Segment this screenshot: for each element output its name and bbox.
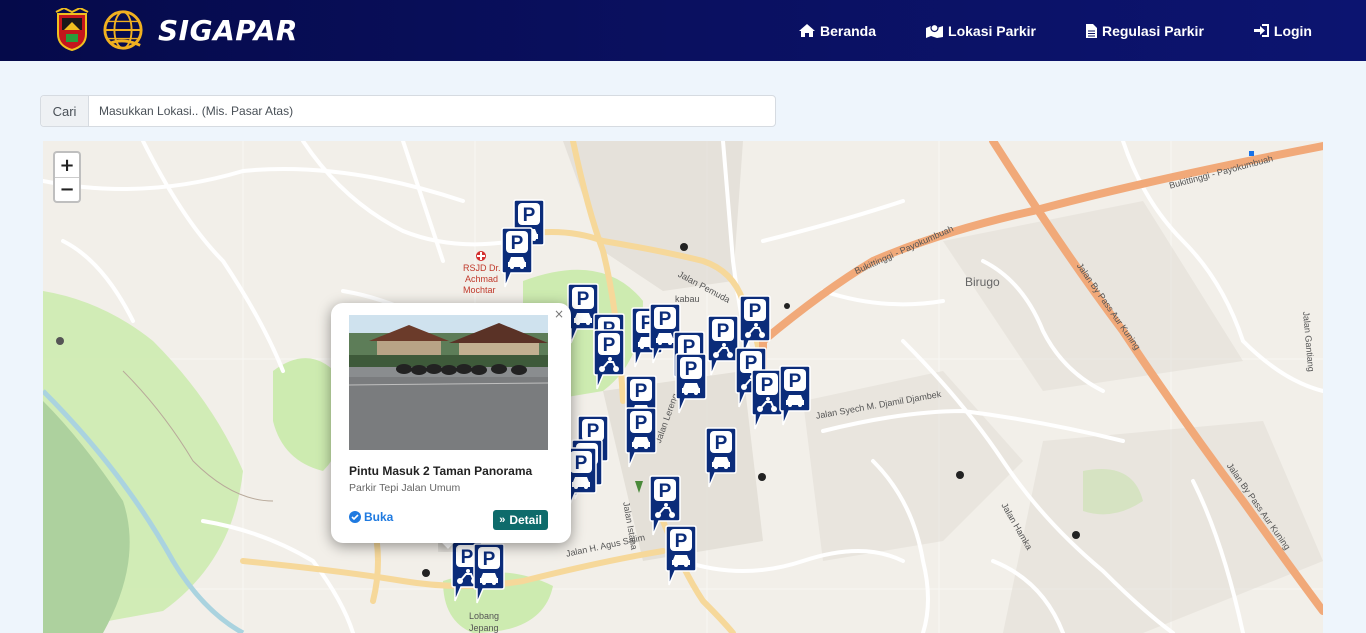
brand-name: SIGAPAR — [158, 13, 298, 47]
popup-subtitle: Parkir Tepi Jalan Umum — [349, 482, 461, 494]
nav-beranda-label: Beranda — [819, 22, 877, 39]
parking-marker[interactable]: P — [591, 329, 627, 391]
map-label-rsud: RSJD Dr. — [463, 263, 501, 273]
svg-text:P: P — [717, 321, 730, 342]
popup-status: Buka — [349, 510, 393, 524]
nav-lokasi-parkir[interactable]: Lokasi Parkir — [926, 23, 1036, 39]
double-angle-right-icon: » — [499, 514, 506, 526]
svg-text:P: P — [635, 413, 648, 434]
svg-text:P: P — [749, 301, 762, 322]
sign-in-icon — [1253, 24, 1269, 37]
detail-button-label: Detail — [509, 513, 542, 527]
parking-marker[interactable]: P — [777, 365, 813, 427]
zoom-out-button[interactable]: − — [55, 177, 79, 201]
nav-login-label: Login — [1273, 22, 1312, 39]
dishub-globe-icon — [103, 10, 143, 50]
home-icon — [798, 24, 815, 37]
svg-text:P: P — [483, 549, 496, 570]
map-label-lobang: Lobang — [469, 611, 500, 621]
check-circle-icon — [349, 511, 361, 523]
parking-marker[interactable]: P — [663, 525, 699, 587]
map-label-achmad: Achmad — [465, 274, 499, 284]
parking-marker[interactable]: P — [703, 427, 739, 489]
svg-text:P: P — [659, 481, 672, 502]
popup-close-button[interactable]: × — [554, 307, 564, 321]
file-icon — [1085, 23, 1097, 38]
map-label-birugo: Birugo — [965, 275, 1000, 289]
parking-marker[interactable]: P — [471, 543, 507, 605]
parking-map[interactable]: + − RSJD Dr. Achmad Mochtar Jalan Pemuda… — [43, 141, 1323, 633]
map-label-mochtar: Mochtar — [463, 285, 496, 295]
svg-text:P: P — [715, 433, 728, 454]
svg-text:P: P — [761, 375, 774, 396]
parking-popup: × Pintu Masuk 2 Taman Panorama Parkir Te… — [331, 303, 571, 543]
parking-marker[interactable]: P — [499, 227, 535, 289]
svg-text:P: P — [789, 371, 802, 392]
svg-text:P: P — [523, 205, 536, 226]
svg-text:P: P — [511, 233, 524, 254]
detail-button[interactable]: » Detail — [493, 510, 548, 530]
nav-regulasi-parkir[interactable]: Regulasi Parkir — [1085, 22, 1204, 39]
parking-marker[interactable]: P — [673, 353, 709, 415]
parking-location-photo — [349, 315, 548, 450]
nav-login[interactable]: Login — [1253, 22, 1312, 39]
nav-lokasi-parkir-label: Lokasi Parkir — [948, 22, 1036, 39]
svg-text:P: P — [685, 359, 698, 380]
svg-text:P: P — [575, 453, 588, 474]
city-emblem-icon — [55, 8, 89, 52]
main-nav: Beranda Lokasi Parkir Regulasi Parkir Lo… — [749, 0, 1312, 61]
navbar: SIGAPAR Beranda Lokasi Parkir Regulasi P… — [0, 0, 1366, 61]
svg-text:P: P — [675, 531, 688, 552]
popup-title: Pintu Masuk 2 Taman Panorama — [349, 464, 533, 478]
map-icon — [926, 23, 944, 38]
search-input[interactable] — [89, 96, 775, 126]
parking-marker[interactable]: P — [623, 407, 659, 469]
svg-text:P: P — [577, 289, 590, 310]
nav-beranda[interactable]: Beranda — [798, 22, 877, 39]
svg-text:P: P — [635, 381, 648, 402]
nav-regulasi-parkir-label: Regulasi Parkir — [1101, 22, 1204, 39]
popup-status-label: Buka — [364, 510, 394, 524]
svg-text:P: P — [659, 309, 672, 330]
map-label-jepang: Jepang — [469, 623, 499, 633]
search-bar: Cari — [40, 95, 776, 127]
brand[interactable]: SIGAPAR — [54, 8, 298, 52]
zoom-in-button[interactable]: + — [55, 153, 79, 177]
search-label: Cari — [41, 96, 89, 126]
zoom-control: + − — [53, 151, 81, 203]
svg-text:P: P — [603, 335, 616, 356]
